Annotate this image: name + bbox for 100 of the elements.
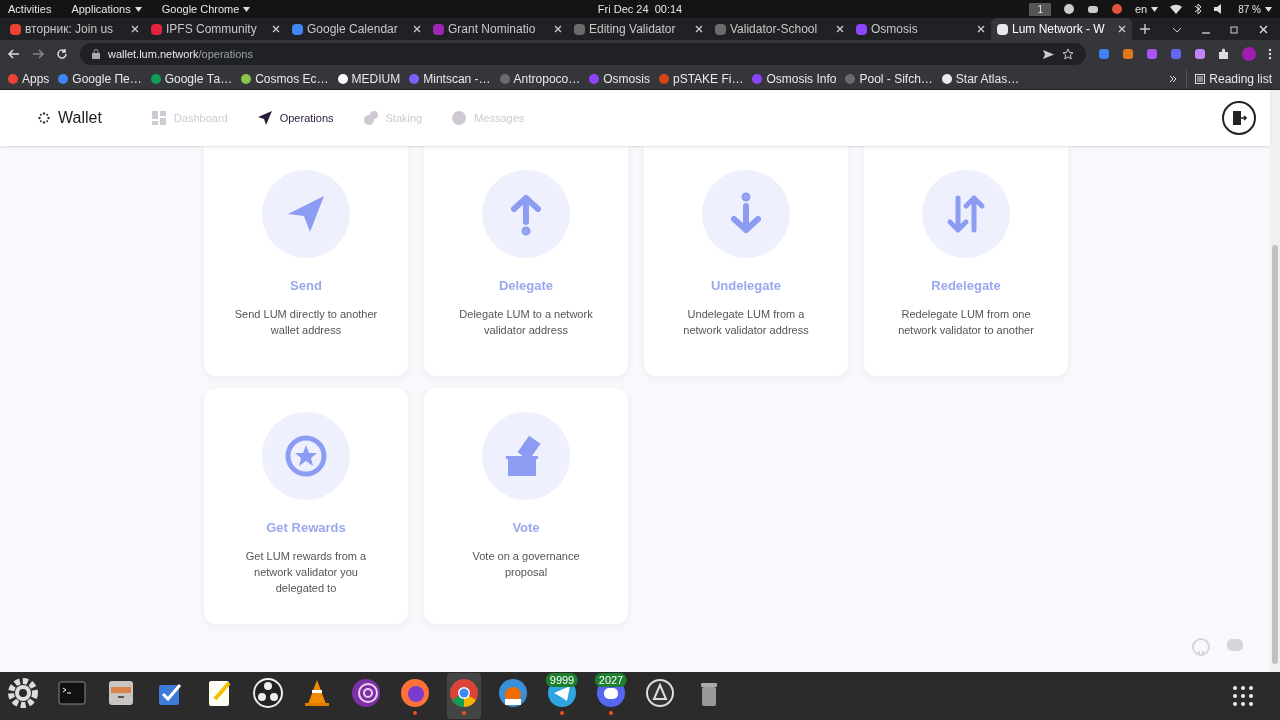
- applications-menu[interactable]: Applications: [71, 0, 142, 18]
- dock-app[interactable]: 9999: [545, 673, 579, 719]
- game-controller-icon[interactable]: [1086, 3, 1099, 15]
- logout-button[interactable]: [1222, 101, 1256, 135]
- paper-plane-icon: [257, 111, 272, 125]
- bookmark-link[interactable]: Antropoco…: [499, 69, 581, 88]
- restore-icon[interactable]: [1230, 25, 1239, 34]
- card-description: Send LUM directly to another wallet address: [234, 306, 378, 338]
- star-icon[interactable]: [1062, 48, 1074, 60]
- onion-icon: [350, 677, 382, 709]
- close-icon[interactable]: [695, 25, 703, 33]
- bookmark-link[interactable]: pSTAKE Fi…: [658, 69, 744, 88]
- gear-icon: [7, 677, 39, 709]
- close-icon[interactable]: [977, 25, 985, 33]
- extension-icon[interactable]: [1122, 48, 1134, 60]
- battery-indicator[interactable]: 87 %: [1238, 1, 1272, 17]
- operation-card[interactable]: Vote Vote on a governance proposal: [424, 388, 628, 624]
- operation-card[interactable]: Get Rewards Get LUM rewards from a network validator you delegated to: [204, 388, 408, 624]
- extension-icon[interactable]: [1098, 48, 1110, 60]
- tab-title: Validator-School: [730, 21, 819, 38]
- browser-tab[interactable]: Editing Validator: [568, 18, 709, 40]
- browser-tab[interactable]: Lum Network - W: [991, 18, 1132, 40]
- browser-tab[interactable]: вторник: Join us: [4, 18, 145, 40]
- reload-icon[interactable]: [56, 48, 68, 60]
- browser-tab[interactable]: Grant Nominatio: [427, 18, 568, 40]
- bookmark-link[interactable]: MEDIUM: [337, 69, 401, 88]
- clock[interactable]: Fri Dec 24 00:14: [597, 0, 683, 18]
- bookmark-label: Osmosis Info: [766, 70, 837, 88]
- bookmark-link[interactable]: Osmosis: [589, 69, 650, 88]
- address-bar[interactable]: wallet.lum.network/operations: [80, 43, 1086, 65]
- bookmark-link[interactable]: Star Atlas…: [941, 69, 1020, 88]
- close-icon[interactable]: [272, 25, 280, 33]
- wifi-icon[interactable]: [1170, 3, 1183, 15]
- nav-link[interactable]: Operations: [257, 109, 334, 127]
- back-arrow-icon[interactable]: [8, 48, 20, 60]
- caret-icon: [1151, 6, 1159, 12]
- puzzle-icon[interactable]: [1218, 48, 1230, 60]
- bookmark-link[interactable]: Apps: [8, 69, 50, 88]
- bookmark-link[interactable]: Pool - Sifch…: [845, 69, 933, 88]
- update-arrows-icon: [644, 677, 676, 709]
- caret-icon: [134, 6, 142, 12]
- card-title: Redelegate: [931, 277, 1001, 295]
- three-circles-logo-icon: [252, 677, 284, 709]
- extension-icon[interactable]: [1146, 48, 1158, 60]
- fox-globe-icon: [399, 677, 431, 709]
- card-description: Redelegate LUM from one network validator to another: [897, 306, 1035, 338]
- tab-title: IPFS Community: [166, 21, 258, 38]
- app-logo[interactable]: Wallet: [58, 106, 102, 130]
- bookmark-link[interactable]: Cosmos Ec…: [241, 69, 329, 88]
- browser-tab[interactable]: Osmosis: [850, 18, 991, 40]
- scrollbar-thumb[interactable]: [1272, 245, 1278, 664]
- bookmark-label: Apps: [22, 70, 50, 88]
- chat-bubble-icon: [452, 111, 467, 125]
- nav-label: Operations: [279, 110, 334, 126]
- card-description: Get LUM rewards from a network validator you delegated to: [244, 548, 368, 596]
- extension-icon[interactable]: [1194, 48, 1206, 60]
- bookmark-label: pSTAKE Fi…: [672, 70, 744, 88]
- browser-tab[interactable]: Google Calendar: [286, 18, 427, 40]
- operation-card[interactable]: Undelegate Undelegate LUM from a network validator address: [644, 146, 848, 376]
- forward-arrow-icon[interactable]: [32, 48, 44, 60]
- chevron-down-icon[interactable]: [1172, 26, 1182, 33]
- activities-menu[interactable]: Activities: [8, 0, 52, 18]
- double-chevron-icon[interactable]: [1169, 74, 1178, 83]
- browser-tab[interactable]: IPFS Community: [145, 18, 286, 40]
- tab-title: Osmosis: [871, 21, 919, 38]
- operation-card[interactable]: Delegate Delegate LUM to a network validator address: [424, 146, 628, 376]
- exit-icon: [1231, 110, 1247, 126]
- reading-list-button[interactable]: Reading list: [1186, 69, 1272, 88]
- bookmark-link[interactable]: Google Та…: [150, 69, 233, 88]
- browser-tab[interactable]: Validator-School: [709, 18, 850, 40]
- app-grid-icon[interactable]: [1233, 686, 1253, 706]
- close-icon[interactable]: [1259, 25, 1268, 34]
- send-icon[interactable]: [1043, 48, 1054, 60]
- tab-title: Google Calendar: [307, 21, 399, 38]
- close-icon[interactable]: [131, 25, 139, 33]
- logo-icon: [38, 112, 50, 124]
- star-badge-icon: [284, 434, 328, 478]
- operation-card[interactable]: Send Send LUM directly to another wallet address: [204, 146, 408, 376]
- dock-app[interactable]: 2027: [594, 673, 628, 719]
- bookmark-label: Pool - Sifch…: [859, 70, 933, 88]
- tab-title: Lum Network - W: [1012, 21, 1106, 38]
- operation-card[interactable]: Redelegate Redelegate LUM from one network validator to another: [864, 146, 1068, 376]
- extension-icon[interactable]: [1170, 48, 1182, 60]
- new-tab-icon[interactable]: [1140, 24, 1150, 34]
- app-menu[interactable]: Google Chrome: [161, 0, 251, 18]
- close-icon[interactable]: [413, 25, 421, 33]
- tray-icon[interactable]: [1062, 3, 1075, 15]
- close-icon[interactable]: [1118, 25, 1126, 33]
- dock-app[interactable]: [447, 673, 481, 719]
- language-menu[interactable]: en: [1134, 0, 1159, 18]
- more-icon[interactable]: [1268, 48, 1272, 60]
- close-icon[interactable]: [836, 25, 844, 33]
- bookmark-link[interactable]: Mintscan -…: [409, 69, 491, 88]
- bluetooth-icon[interactable]: [1194, 3, 1203, 15]
- list-icon: [1195, 73, 1206, 84]
- workspace-indicator[interactable]: 1: [1029, 2, 1051, 16]
- bookmark-link[interactable]: Osmosis Info: [752, 69, 837, 88]
- bookmark-link[interactable]: Google Пе…: [58, 69, 142, 88]
- tray-icon[interactable]: [1110, 3, 1123, 15]
- close-icon[interactable]: [554, 25, 562, 33]
